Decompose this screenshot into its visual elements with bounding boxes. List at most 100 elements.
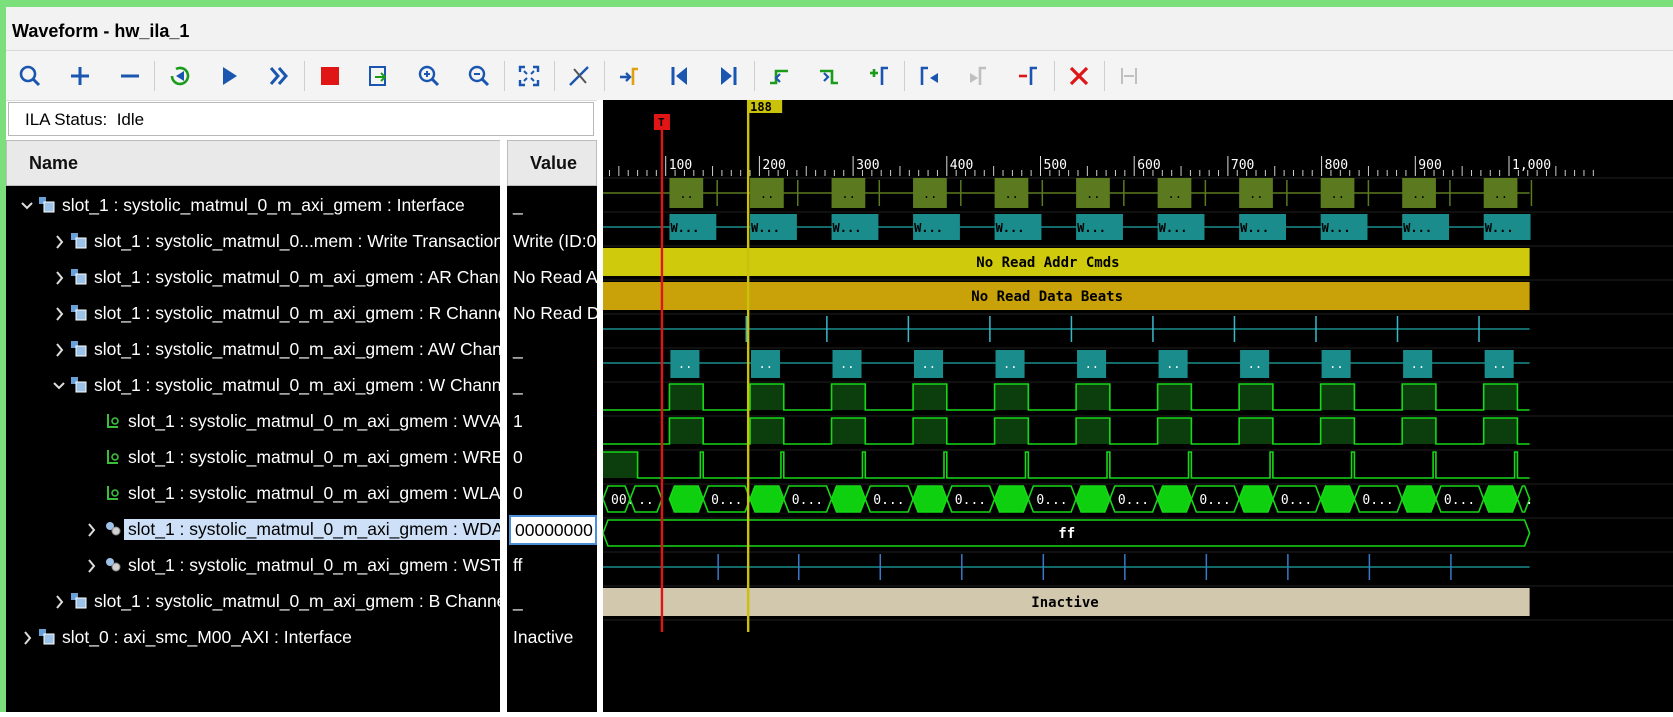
delete-marker-button[interactable] <box>1062 59 1096 93</box>
zoom-out-button[interactable] <box>462 59 496 93</box>
signal-row[interactable]: slot_1 : systolic_matmul_0_m_axi_gmem : … <box>6 260 598 296</box>
w-channel-label: .. <box>1248 357 1262 371</box>
name-header-label: Name <box>29 153 79 173</box>
toolbar-separator <box>754 61 755 91</box>
go-to-time-zero-button[interactable] <box>662 59 696 93</box>
interface-transaction-label: .. <box>1167 187 1181 201</box>
signal-value: 00000000 <box>509 515 597 545</box>
signal-name: slot_1 : systolic_matmul_0_m_axi_gmem : … <box>94 303 500 323</box>
zoom-in-icon <box>418 65 440 87</box>
name-column-header[interactable]: Name <box>6 140 502 186</box>
wready-trace <box>603 417 1530 445</box>
remove-button[interactable] <box>113 59 147 93</box>
column-splitter[interactable] <box>500 140 507 712</box>
slot0-label: Inactive <box>1031 595 1098 611</box>
wdata-value-label: 0... <box>955 493 986 508</box>
signal-row[interactable]: slot_1 : systolic_matmul_0_m_axi_gmem : … <box>6 440 597 476</box>
go-to-last-time-button[interactable] <box>712 59 746 93</box>
swap-cursors-disabled-button <box>1112 59 1146 93</box>
signal-row[interactable]: slot_1 : systolic_matmul_0_m_axi_gmem : … <box>6 584 597 620</box>
fast-forward-button[interactable] <box>262 59 296 93</box>
signal-row[interactable]: slot_1 : systolic_matmul_0_m_axi_gmem : … <box>6 476 597 512</box>
wstrb-value-label: ff <box>1058 526 1075 542</box>
toolbar-separator <box>504 61 505 91</box>
bus-signal-icon <box>39 197 55 213</box>
signal-row[interactable]: slot_1 : systolic_matmul_0_m_axi_gmem : … <box>6 404 597 440</box>
signal-value: ff <box>513 555 523 575</box>
chevron-right-icon[interactable] <box>52 305 66 323</box>
swap-cursors-disabled-icon <box>1121 68 1137 84</box>
signal-name: slot_1 : systolic_matmul_0_m_axi_gmem : … <box>128 555 500 575</box>
signal-row[interactable]: slot_1 : systolic_matmul_0_m_axi_gmem : … <box>6 296 600 332</box>
signal-row[interactable]: slot_1 : systolic_matmul_0_m_axi_gmem : … <box>6 188 597 224</box>
interface-transaction-label: .. <box>841 187 855 201</box>
delete-marker-icon <box>1069 66 1089 86</box>
zoom-fit-button[interactable] <box>512 59 546 93</box>
signal-value: _ <box>513 195 523 215</box>
chevron-right-icon[interactable] <box>52 341 66 359</box>
wvalid-high <box>994 384 1029 410</box>
waveform-canvas[interactable]: 01002003004005006007008009001,000.......… <box>571 100 1673 712</box>
export-button[interactable] <box>361 59 395 93</box>
toolbar-separator <box>1104 61 1105 91</box>
chevron-down-icon[interactable] <box>52 377 66 395</box>
bus-signal-icon <box>71 233 87 249</box>
previous-transition-button[interactable] <box>762 59 796 93</box>
signal-row[interactable]: slot_1 : systolic_matmul_0_m_axi_gmem : … <box>6 368 597 404</box>
next-transition-button[interactable] <box>812 59 846 93</box>
search-button[interactable] <box>13 59 47 93</box>
chevron-right-icon[interactable] <box>52 269 66 287</box>
go-to-cursor-icon <box>620 67 638 85</box>
signal-value: _ <box>513 591 523 611</box>
stop-button[interactable] <box>313 59 347 93</box>
value-column-header[interactable]: Value <box>507 140 597 186</box>
wready-high <box>669 418 704 444</box>
wdata-value-label: . <box>1525 493 1533 508</box>
wdata-value-label: 0... <box>792 493 823 508</box>
zoom-out-icon <box>468 65 490 87</box>
chevron-right-icon[interactable] <box>52 593 66 611</box>
chevron-down-icon[interactable] <box>20 197 34 215</box>
signal-name: slot_1 : systolic_matmul_0_m_axi_gmem : … <box>94 339 500 359</box>
interface-transaction-label: .. <box>1249 187 1263 201</box>
signal-row[interactable]: slot_1 : systolic_matmul_0_m_axi_gmem : … <box>6 548 597 584</box>
w-channel-label: .. <box>1166 357 1180 371</box>
snap-button[interactable] <box>562 59 596 93</box>
vector-signal-icon <box>106 558 121 572</box>
wvalid-high <box>669 384 704 410</box>
signal-name: slot_0 : axi_smc_M00_AXI : Interface <box>62 627 352 647</box>
chevron-right-icon[interactable] <box>52 233 66 251</box>
wready-high <box>913 418 947 444</box>
signal-value: _ <box>513 339 523 359</box>
wvalid-high <box>750 384 784 410</box>
add-marker-button[interactable] <box>862 59 896 93</box>
wready-high <box>750 418 784 444</box>
signal-value: _ <box>513 375 523 395</box>
run-trigger-button[interactable] <box>212 59 246 93</box>
go-to-cursor-button[interactable] <box>612 59 646 93</box>
bit-signal-icon <box>107 450 119 464</box>
time-tick-label: 800 <box>1325 158 1348 173</box>
zoom-in-button[interactable] <box>412 59 446 93</box>
chevron-right-icon[interactable] <box>20 629 34 647</box>
previous-marker-button[interactable] <box>912 59 946 93</box>
add-button[interactable] <box>63 59 97 93</box>
signal-row[interactable]: slot_1 : systolic_matmul_0...mem : Write… <box>6 224 597 260</box>
signal-value: Write (ID:0 <box>513 231 597 251</box>
signal-value: 0 <box>513 483 523 503</box>
next-marker-button[interactable] <box>1012 59 1046 93</box>
w-channel-label: .. <box>1329 357 1343 371</box>
time-tick-label: 600 <box>1137 158 1160 173</box>
fast-forward-icon <box>269 67 288 85</box>
wready-high <box>831 418 866 444</box>
signal-row[interactable]: slot_1 : systolic_matmul_0_m_axi_gmem : … <box>6 332 597 368</box>
waveform-svg[interactable]: 01002003004005006007008009001,000.......… <box>571 100 1673 712</box>
chevron-right-icon[interactable] <box>84 557 98 575</box>
chevron-right-icon[interactable] <box>84 521 98 539</box>
time-tick-label: 200 <box>762 158 785 173</box>
signal-row[interactable]: slot_0 : axi_smc_M00_AXI : Interface Inac… <box>6 620 597 656</box>
write-transaction-label: W... <box>670 221 699 235</box>
signal-row[interactable]: slot_1 : systolic_matmul_0_m_axi_gmem : … <box>6 512 597 548</box>
write-transaction-label: W... <box>1403 221 1432 235</box>
run-trigger-immediate-button[interactable] <box>162 59 196 93</box>
